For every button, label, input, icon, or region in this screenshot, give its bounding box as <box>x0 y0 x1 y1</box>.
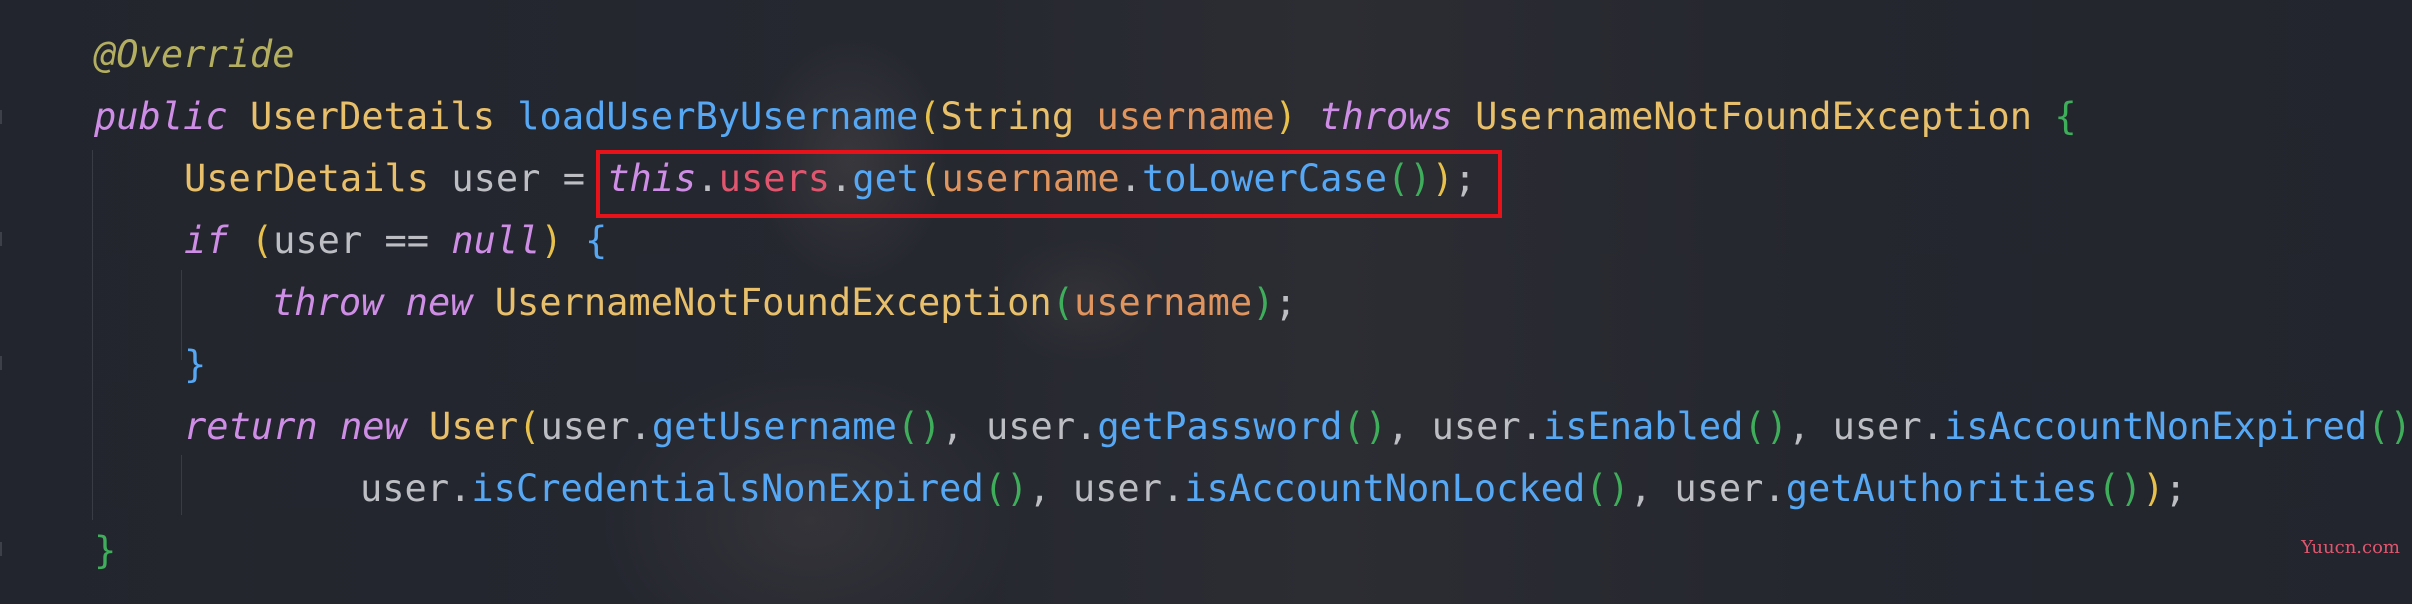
brace: { <box>2054 95 2077 138</box>
fold-marker-icon[interactable] <box>0 356 8 370</box>
paren: ( <box>1051 281 1074 324</box>
type-user: User <box>429 405 519 448</box>
operator: == <box>384 219 430 262</box>
code-line-7[interactable]: return new User(user.getUsername(), user… <box>184 396 2412 458</box>
exception-type: UsernameNotFoundException <box>494 281 1052 324</box>
method-name: loadUserByUsername <box>517 95 919 138</box>
semicolon: ; <box>2164 467 2187 510</box>
variable: user <box>1832 405 1922 448</box>
paren: ( <box>250 219 274 262</box>
var-type: UserDetails <box>184 157 430 200</box>
code-line-8[interactable]: user.isCredentialsNonExpired(), user.isA… <box>360 458 2187 520</box>
code-line-9[interactable]: } <box>94 520 116 582</box>
keyword-throws: throws <box>1319 95 1453 138</box>
fold-marker-icon[interactable] <box>0 232 8 246</box>
paren: ( <box>518 405 541 448</box>
brace: } <box>184 343 207 386</box>
keyword-public: public <box>94 95 228 138</box>
method-call: isAccountNonLocked <box>1184 467 1586 510</box>
keyword-new: new <box>405 281 473 324</box>
paren: ) <box>1252 281 1275 324</box>
keyword-return: return <box>184 405 318 448</box>
variable: user <box>360 467 450 510</box>
indent-guide <box>92 150 93 520</box>
fold-marker-icon[interactable] <box>0 542 8 556</box>
keyword-throw: throw <box>272 281 384 324</box>
semicolon: ; <box>1274 281 1297 324</box>
method-call: getAuthorities <box>1785 467 2098 510</box>
method-call: getPassword <box>1097 405 1343 448</box>
operator: = <box>562 157 585 200</box>
keyword-if: if <box>184 219 229 262</box>
param-name: username <box>1096 95 1275 138</box>
code-line-5[interactable]: throw new UsernameNotFoundException(user… <box>272 272 1297 334</box>
method-call: isCredentialsNonExpired <box>471 467 984 510</box>
paren: ( <box>918 95 941 138</box>
brace: { <box>585 219 608 262</box>
method-call: isEnabled <box>1542 405 1744 448</box>
exception-type: UsernameNotFoundException <box>1475 95 2033 138</box>
variable: user <box>451 157 541 200</box>
variable: user <box>1674 467 1764 510</box>
annotation: @Override <box>94 33 295 76</box>
code-line-4[interactable]: if (user == null) { <box>184 210 607 272</box>
paren: ) <box>540 219 563 262</box>
keyword-new: new <box>339 405 407 448</box>
variable: user <box>1431 405 1521 448</box>
highlight-box <box>596 150 1502 218</box>
paren: ) <box>2142 467 2165 510</box>
code-line-2[interactable]: public UserDetails loadUserByUsername(St… <box>94 86 2077 148</box>
indent-guide <box>181 455 182 515</box>
brace: } <box>94 529 117 572</box>
paren: ) <box>1274 95 1297 138</box>
watermark-text: Yuucn.com <box>2301 537 2400 558</box>
return-type: UserDetails <box>249 95 495 138</box>
keyword-null: null <box>451 219 541 262</box>
code-editor[interactable]: @Override public UserDetails loadUserByU… <box>0 0 2412 604</box>
method-call: getUsername <box>651 405 897 448</box>
method-call: isAccountNonExpired <box>1943 405 2368 448</box>
param-type: String <box>940 95 1075 138</box>
variable: user <box>986 405 1076 448</box>
indent-guide <box>181 270 182 360</box>
code-line-6[interactable]: } <box>184 334 206 396</box>
fold-marker-icon[interactable] <box>0 110 8 124</box>
argument: username <box>1073 281 1253 324</box>
variable: user <box>273 219 363 262</box>
variable: user <box>1072 467 1162 510</box>
code-line-1[interactable]: @Override <box>94 24 294 86</box>
variable: user <box>540 405 630 448</box>
